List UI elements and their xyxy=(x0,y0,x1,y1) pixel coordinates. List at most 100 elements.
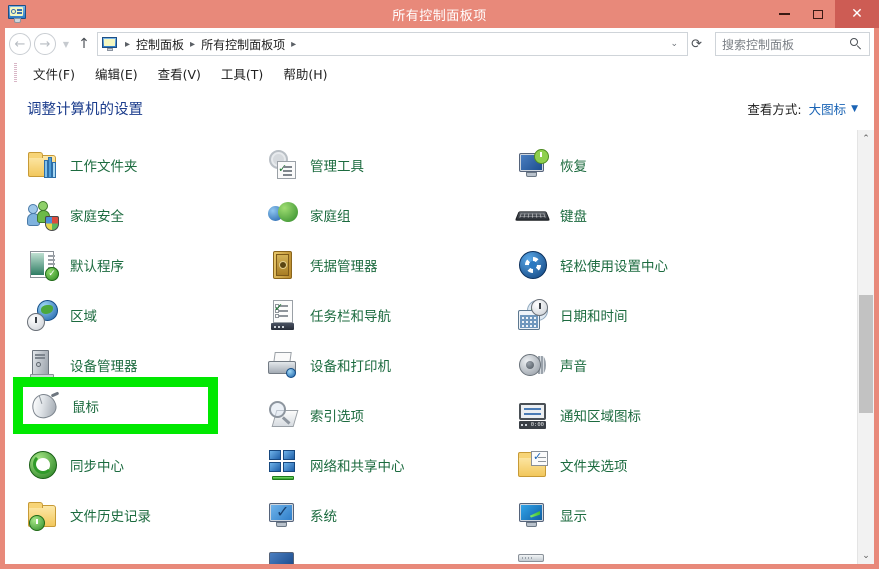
devices-printers-icon xyxy=(267,349,299,381)
cp-label: 鼠标 xyxy=(72,399,99,416)
maximize-button[interactable] xyxy=(801,0,835,28)
close-button[interactable]: ✕ xyxy=(835,0,879,28)
sound-icon xyxy=(517,349,549,381)
default-programs-icon: ✓ xyxy=(27,249,59,281)
forward-button[interactable]: → xyxy=(34,33,56,55)
region-icon xyxy=(27,299,59,331)
cp-item-work-folders[interactable]: 工作文件夹 xyxy=(27,140,267,190)
maximize-icon xyxy=(813,9,823,19)
notif-tray-clock: 0:00 xyxy=(519,421,546,429)
cp-label: 管理工具 xyxy=(310,159,364,175)
cp-item-credential-manager[interactable]: 凭据管理器 xyxy=(267,240,517,290)
homegroup-icon xyxy=(267,199,299,231)
vertical-scrollbar[interactable]: ⌃ ⌄ xyxy=(857,130,874,564)
cp-item-notification-area[interactable]: 0:00 通知区域图标 xyxy=(517,390,857,440)
cp-item-taskbar-navigation[interactable]: ✓ 任务栏和导航 xyxy=(267,290,517,340)
recent-locations-button[interactable]: ▼ xyxy=(59,40,73,49)
breadcrumb-separator: ▸ xyxy=(291,38,297,50)
cp-item-folder-options[interactable]: 文件夹选项 xyxy=(517,440,857,490)
up-button[interactable]: ↑ xyxy=(73,36,95,52)
cp-item-region[interactable]: 区域 xyxy=(27,290,267,340)
cp-label: 家庭安全 xyxy=(70,209,124,225)
cp-label: 同步中心 xyxy=(70,459,124,475)
address-bar[interactable]: ▸ 控制面板 ▸ 所有控制面板项 ▸ ⌄ xyxy=(97,32,689,56)
breadcrumb-all-items[interactable]: 所有控制面板项 xyxy=(199,36,287,53)
scrollbar-thumb[interactable] xyxy=(859,295,873,413)
refresh-icon[interactable]: ⟳ xyxy=(688,37,708,52)
view-by-label: 查看方式: xyxy=(747,102,802,117)
family-safety-icon xyxy=(27,199,59,231)
taskbar-navigation-icon: ✓ xyxy=(267,299,299,331)
cp-label: 恢复 xyxy=(560,159,587,175)
display-icon xyxy=(517,499,549,531)
cp-item-network-sharing[interactable]: 网络和共享中心 xyxy=(267,440,517,490)
breadcrumb-control-panel[interactable]: 控制面板 xyxy=(134,36,186,53)
cp-item-indexing-options[interactable]: 索引选项 xyxy=(267,390,517,440)
control-panel-breadcrumb-icon xyxy=(102,37,118,51)
title-bar: 所有控制面板项 ✕ xyxy=(0,0,879,28)
menu-edit[interactable]: 编辑(E) xyxy=(85,62,148,85)
cp-item-system[interactable]: ✓ 系统 xyxy=(267,490,517,540)
scrollbar-track[interactable] xyxy=(858,147,874,547)
menu-tools[interactable]: 工具(T) xyxy=(211,62,273,85)
content-area: 工作文件夹 ✓ 管理工具 恢复 家庭安全 家庭组 键盘 ✓ 默认程序 凭据管理器… xyxy=(5,130,874,564)
cp-label: 区域 xyxy=(70,309,97,325)
chevron-down-icon[interactable]: ▼ xyxy=(851,104,858,114)
cp-item-sync-center[interactable]: 同步中心 xyxy=(27,440,267,490)
search-box[interactable]: 搜索控制面板 xyxy=(715,32,870,56)
search-icon xyxy=(850,37,863,51)
cp-item-devices-printers[interactable]: 设备和打印机 xyxy=(267,340,517,390)
view-by-control[interactable]: 查看方式: 大图标 ▼ xyxy=(747,99,858,118)
scroll-up-button[interactable]: ⌃ xyxy=(858,130,874,147)
chevron-down-icon[interactable]: ⌄ xyxy=(664,39,686,49)
cp-label: 文件历史记录 xyxy=(70,509,151,525)
mouse-icon xyxy=(28,390,61,422)
cp-item-file-history[interactable]: 文件历史记录 xyxy=(27,490,267,540)
cp-item-recovery[interactable]: 恢复 xyxy=(517,140,857,190)
cp-item-mouse[interactable]: 鼠标 xyxy=(23,387,208,424)
cp-label: 工作文件夹 xyxy=(70,159,138,175)
menu-help[interactable]: 帮助(H) xyxy=(273,62,337,85)
cp-label: 文件夹选项 xyxy=(560,459,628,475)
cp-item-administrative-tools[interactable]: ✓ 管理工具 xyxy=(267,140,517,190)
cp-label: 系统 xyxy=(310,509,337,525)
credential-manager-icon xyxy=(267,249,299,281)
page-header: 调整计算机的设置 查看方式: 大图标 ▼ xyxy=(5,87,874,130)
work-folders-icon xyxy=(27,149,59,181)
cp-item-keyboard[interactable]: 键盘 xyxy=(514,190,857,240)
minimize-icon xyxy=(778,13,790,15)
cp-label: 通知区域图标 xyxy=(560,409,641,425)
back-button[interactable]: ← xyxy=(9,33,31,55)
minimize-button[interactable] xyxy=(767,0,801,28)
menu-file[interactable]: 文件(F) xyxy=(23,62,85,85)
notification-area-icon: 0:00 xyxy=(517,399,549,431)
control-panel-window: 所有控制面板项 ✕ ← → ▼ ↑ ▸ 控制面板 ▸ 所有控制面板项 ▸ ⌄ ⟳… xyxy=(0,0,879,569)
partial-next-row xyxy=(5,550,857,564)
indexing-options-icon xyxy=(267,399,299,431)
partial-item-3 xyxy=(517,550,857,564)
cp-item-sound[interactable]: 声音 xyxy=(517,340,857,390)
cp-item-date-time[interactable]: 日期和时间 xyxy=(517,290,857,340)
ease-of-access-icon xyxy=(517,249,549,281)
cp-item-default-programs[interactable]: ✓ 默认程序 xyxy=(27,240,267,290)
search-input[interactable]: 搜索控制面板 xyxy=(722,36,850,53)
scroll-down-button[interactable]: ⌄ xyxy=(858,547,874,564)
monitor-icon xyxy=(269,552,294,564)
cp-label: 设备管理器 xyxy=(70,359,138,375)
cp-label: 设备和打印机 xyxy=(310,359,391,375)
menu-view[interactable]: 查看(V) xyxy=(148,62,211,85)
date-time-icon xyxy=(517,299,549,331)
window-controls: ✕ xyxy=(767,0,879,28)
cp-label: 日期和时间 xyxy=(560,309,628,325)
cp-label: 凭据管理器 xyxy=(310,259,378,275)
cp-item-homegroup[interactable]: 家庭组 xyxy=(267,190,517,240)
partial-item-1 xyxy=(27,550,267,564)
keyboard-icon xyxy=(518,554,544,562)
page-title: 调整计算机的设置 xyxy=(27,102,143,118)
cp-item-display[interactable]: 显示 xyxy=(517,490,857,540)
highlight-box-mouse: 鼠标 xyxy=(13,377,218,434)
navigation-bar: ← → ▼ ↑ ▸ 控制面板 ▸ 所有控制面板项 ▸ ⌄ ⟳ 搜索控制面板 xyxy=(5,28,874,60)
view-by-value[interactable]: 大图标 xyxy=(809,99,847,118)
cp-item-family-safety[interactable]: 家庭安全 xyxy=(27,190,267,240)
cp-item-ease-of-access[interactable]: 轻松使用设置中心 xyxy=(517,240,857,290)
